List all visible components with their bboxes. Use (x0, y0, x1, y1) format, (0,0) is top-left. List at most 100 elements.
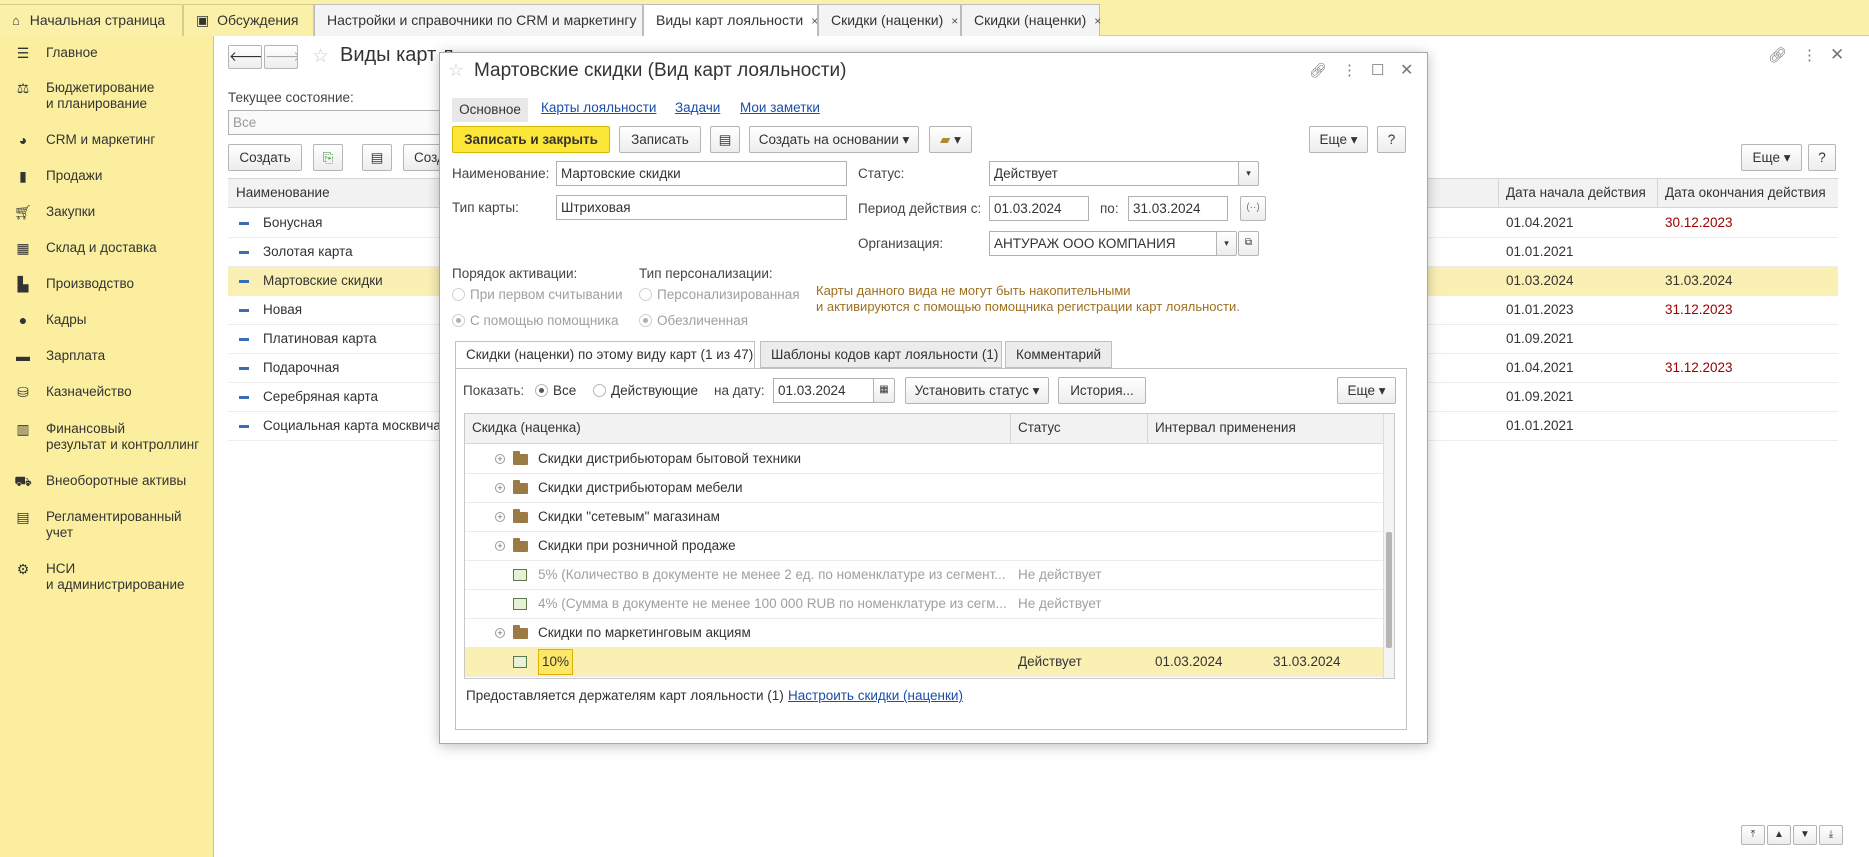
activation-option-wizard[interactable]: С помощью помощника (452, 313, 619, 329)
column-name[interactable]: Наименование (236, 179, 330, 207)
tab-discussions[interactable]: ▣ Обсуждения (183, 4, 314, 36)
column-end-date[interactable]: Дата окончания действия (1657, 179, 1826, 207)
close-icon[interactable]: ✕ (1830, 45, 1844, 65)
tab-comment[interactable]: Комментарий (1005, 341, 1112, 368)
period-to-field[interactable]: 31.03.2024 (1128, 196, 1228, 221)
nav-tasks[interactable]: Задачи (675, 100, 720, 115)
tab-discounts-2[interactable]: Скидки (наценки) × (961, 4, 1101, 36)
page-title: Виды карт л (340, 44, 454, 66)
create-button[interactable]: Создать (228, 144, 302, 171)
attachments-button[interactable]: ▰ ▾ (929, 126, 972, 153)
home-icon: ⌂ (12, 13, 20, 28)
save-button[interactable]: Записать (619, 126, 701, 153)
save-close-button[interactable]: Записать и закрыть (452, 126, 610, 153)
period-from-field[interactable]: 01.03.2024 (989, 196, 1089, 221)
create-based-button[interactable]: Создать на основании ▾ (749, 126, 919, 153)
tree-row[interactable]: + Скидки по маркетинговым акциям (465, 619, 1383, 648)
tab-label: Виды карт лояльности (656, 12, 804, 28)
list-more-button[interactable]: Еще ▾ (1741, 144, 1802, 171)
dialog-more-button[interactable]: Еще ▾ (1309, 126, 1368, 153)
activation-option-first-read[interactable]: При первом считывании (452, 287, 623, 303)
tree-row[interactable]: + Скидки "сетевым" магазинам (465, 503, 1383, 532)
expand-icon[interactable]: + (495, 512, 505, 522)
close-icon[interactable]: × (951, 14, 958, 28)
tree-row[interactable]: 5% (Количество в документе не менее 2 ед… (465, 561, 1383, 590)
column-start-date[interactable]: Дата начала действия (1498, 179, 1646, 207)
expand-icon[interactable]: + (495, 628, 505, 638)
status-dropdown-button[interactable]: ▾ (1238, 161, 1259, 186)
nav-loyalty-cards[interactable]: Карты лояльности (541, 100, 656, 115)
print-button[interactable]: ▤ (710, 126, 740, 153)
maximize-icon[interactable]: ☐ (1371, 61, 1384, 79)
scrollbar-thumb[interactable] (1386, 532, 1392, 648)
tab-discounts-by-card-type[interactable]: Скидки (наценки) по этому виду карт (1 и… (455, 341, 755, 369)
personalization-option-anonymous[interactable]: Обезличенная (639, 313, 748, 329)
scroll-down-button[interactable]: ▼ (1793, 825, 1817, 845)
expand-icon[interactable]: + (495, 454, 505, 464)
column-discount[interactable]: Скидка (наценка) (472, 414, 581, 442)
date-field[interactable]: 01.03.2024 (773, 378, 877, 403)
radio-icon (452, 288, 465, 301)
scroll-top-button[interactable]: ⤒ (1741, 825, 1765, 845)
sidebar-item-label: Продажи (46, 168, 103, 183)
tree-row[interactable]: 10% Действует 01.03.2024 31.03.2024 (465, 648, 1383, 677)
expand-icon[interactable]: + (495, 483, 505, 493)
nav-notes[interactable]: Мои заметки (740, 100, 820, 115)
table-scrollbar[interactable] (1383, 414, 1394, 678)
tab-discounts-1[interactable]: Скидки (наценки) × (818, 4, 961, 36)
folder-icon (513, 625, 528, 639)
forward-button[interactable]: 🡒 (264, 45, 298, 69)
favorite-star-icon[interactable]: ☆ (312, 45, 329, 68)
tab-home[interactable]: ⌂ Начальная страница (0, 4, 183, 36)
show-active-radio[interactable]: Действующие (593, 383, 698, 399)
state-select[interactable]: Все (228, 110, 443, 135)
column-interval[interactable]: Интервал применения (1147, 414, 1296, 443)
configure-discounts-link[interactable]: Настроить скидки (наценки) (788, 688, 963, 704)
tab-loyalty-card-types[interactable]: Виды карт лояльности × (643, 4, 818, 37)
radio-icon (639, 314, 652, 327)
tree-row[interactable]: 4% (Сумма в документе не менее 100 000 R… (465, 590, 1383, 619)
scroll-up-button[interactable]: ▲ (1767, 825, 1791, 845)
column-status[interactable]: Статус (1010, 414, 1061, 443)
favorite-star-icon[interactable]: ☆ (448, 60, 464, 81)
tab-label: Скидки (наценки) (831, 12, 944, 28)
row-end-date: 31.12.2023 (1665, 360, 1733, 375)
close-icon[interactable]: × (1094, 14, 1101, 28)
organization-field[interactable]: АНТУРАЖ ООО КОМПАНИЯ (989, 231, 1217, 256)
personalization-option-personal[interactable]: Персонализированная (639, 287, 800, 303)
tab-card-code-templates[interactable]: Шаблоны кодов карт лояльности (1) (760, 341, 1002, 368)
back-button[interactable]: 🡐 (228, 45, 262, 69)
link-icon[interactable]: 🔗︎ (1309, 62, 1327, 79)
nav-main[interactable]: Основное (452, 98, 528, 122)
row-start-date: 01.09.2021 (1506, 389, 1574, 404)
link-icon[interactable]: 🔗︎ (1768, 46, 1787, 64)
status-field[interactable]: Действует (989, 161, 1239, 186)
tab-label: Обсуждения (217, 12, 299, 28)
copy-button[interactable]: ⎘ (313, 144, 343, 171)
dialog-help-button[interactable]: ? (1377, 126, 1406, 153)
calendar-button[interactable]: ▦ (873, 378, 895, 403)
period-select-button[interactable]: (··) (1240, 196, 1266, 221)
set-status-button[interactable]: Установить статус ▾ (905, 377, 1049, 404)
tab-crm-settings[interactable]: Настройки и справочники по CRM и маркети… (314, 4, 651, 36)
expand-icon[interactable]: + (495, 541, 505, 551)
scroll-bottom-button[interactable]: ⤓ (1819, 825, 1843, 845)
history-button[interactable]: История... (1058, 377, 1146, 404)
more-vertical-icon[interactable]: ⋮ (1802, 46, 1817, 64)
tree-row[interactable]: + Скидки дистрибьюторам мебели (465, 474, 1383, 503)
tree-row[interactable]: + Скидки при розничной продаже (465, 532, 1383, 561)
close-icon[interactable]: ✕ (1400, 60, 1413, 80)
table-more-button[interactable]: Еще ▾ (1337, 377, 1396, 404)
name-field[interactable]: Мартовские скидки (556, 161, 847, 186)
create-based-button[interactable]: Созд (403, 144, 443, 171)
tree-row[interactable]: + Скидки дистрибьюторам бытовой техники (465, 445, 1383, 474)
more-vertical-icon[interactable]: ⋮ (1342, 61, 1357, 79)
row-name: Мартовские скидки (263, 273, 383, 288)
report-button[interactable]: ▤ (362, 144, 392, 171)
show-all-radio[interactable]: Все (535, 383, 576, 399)
card-type-field[interactable]: Штриховая (556, 195, 847, 220)
organization-dropdown-button[interactable]: ▾ (1216, 231, 1237, 256)
discount-icon (513, 598, 527, 610)
help-button[interactable]: ? (1808, 144, 1836, 171)
organization-open-button[interactable]: ⧉ (1238, 231, 1259, 256)
